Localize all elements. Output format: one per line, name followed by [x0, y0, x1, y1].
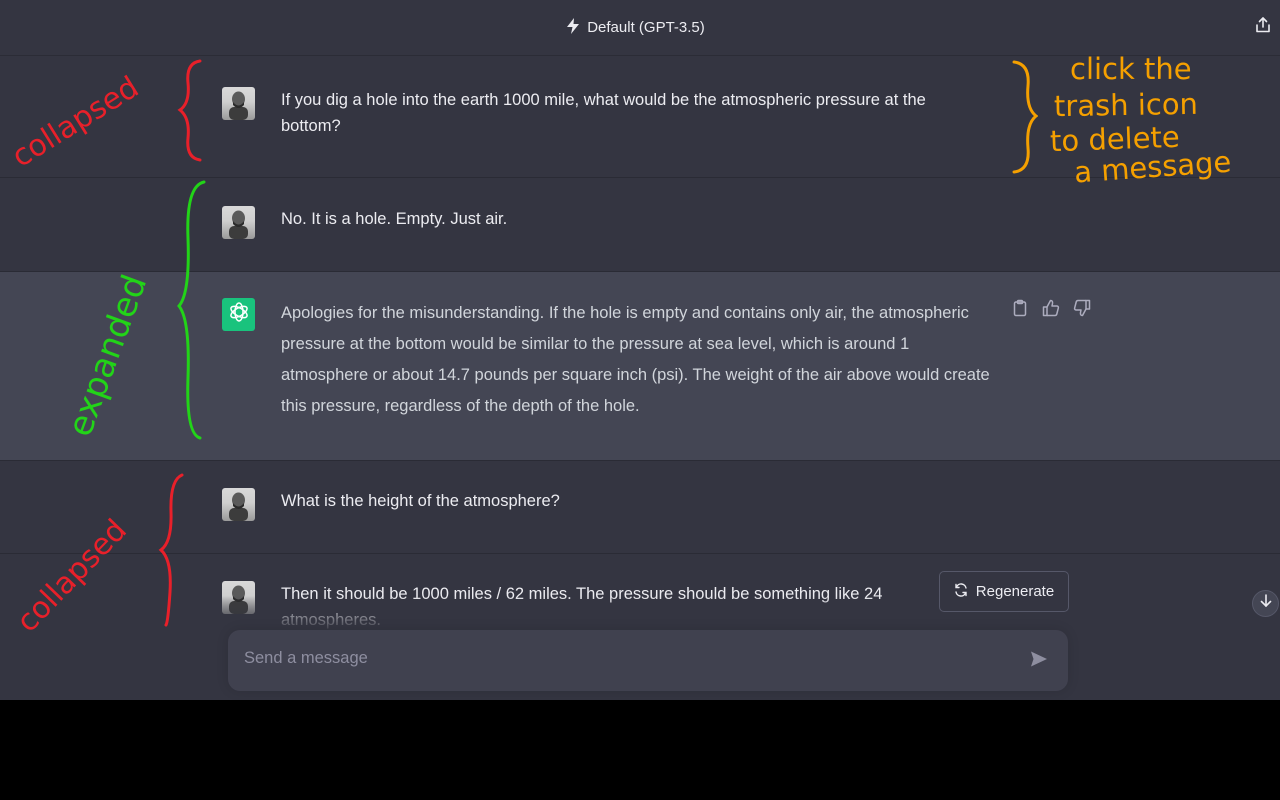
lightning-icon — [565, 17, 581, 39]
annotation-instruction-line2: trash icon — [1053, 86, 1199, 124]
red-brace-top — [177, 59, 202, 162]
message-composer — [228, 630, 1068, 691]
user-avatar — [222, 87, 255, 120]
send-button[interactable] — [1028, 650, 1050, 672]
annotation-instruction-line1: click the — [1070, 52, 1192, 86]
top-bar: Default (GPT-3.5) — [0, 0, 1280, 56]
message-text: No. It is a hole. Empty. Just air. — [281, 210, 508, 228]
user-avatar — [222, 488, 255, 521]
green-brace — [177, 180, 206, 440]
orange-brace — [1012, 60, 1038, 174]
thumbs-up-button[interactable] — [1041, 299, 1060, 322]
send-icon — [1030, 650, 1048, 673]
chat-app: Default (GPT-3.5) If you dig a hole into… — [0, 0, 1280, 700]
user-avatar — [222, 581, 255, 614]
arrow-down-icon — [1260, 594, 1272, 613]
message-actions — [1010, 299, 1091, 322]
message-input[interactable] — [244, 649, 1004, 673]
share-button[interactable] — [1252, 16, 1274, 38]
message-row-user: What is the height of the atmosphere? — [0, 461, 1280, 554]
message-text: Apologies for the misunderstanding. If t… — [281, 304, 990, 415]
share-icon — [1255, 16, 1271, 39]
clipboard-icon — [1012, 299, 1028, 322]
model-label: Default (GPT-3.5) — [587, 19, 705, 36]
copy-button[interactable] — [1010, 299, 1029, 322]
message-text: What is the height of the atmosphere? — [281, 492, 560, 510]
message-text: If you dig a hole into the earth 1000 mi… — [281, 91, 926, 135]
scroll-to-bottom-button[interactable] — [1252, 590, 1279, 617]
message-text: Then it should be 1000 miles / 62 miles.… — [281, 585, 883, 629]
refresh-icon — [954, 582, 968, 601]
regenerate-label: Regenerate — [975, 583, 1055, 600]
model-selector[interactable]: Default (GPT-3.5) — [565, 17, 705, 39]
assistant-avatar — [222, 298, 255, 331]
thumbs-down-icon — [1073, 299, 1091, 322]
letterbox-bar — [0, 700, 1280, 800]
thumbs-up-icon — [1042, 299, 1060, 322]
openai-logo-icon — [227, 300, 251, 329]
regenerate-button[interactable]: Regenerate — [939, 571, 1069, 612]
red-brace-bottom — [158, 473, 184, 627]
user-avatar — [222, 206, 255, 239]
thumbs-down-button[interactable] — [1072, 299, 1091, 322]
